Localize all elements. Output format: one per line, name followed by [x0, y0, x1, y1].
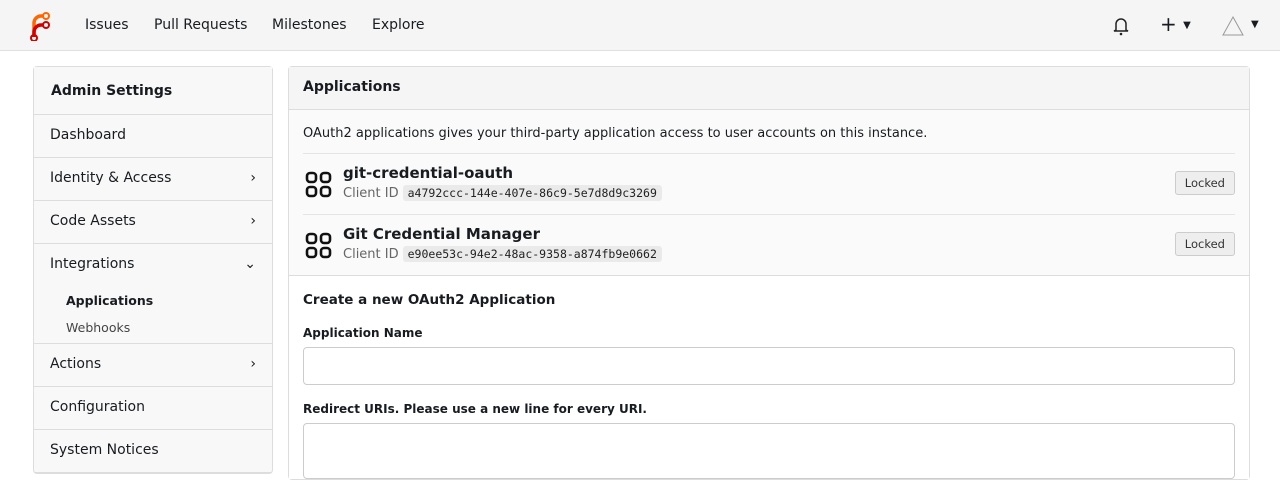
- page-title: Applications: [289, 67, 1249, 110]
- chevron-right-icon: ›: [250, 170, 256, 186]
- nav-pull-requests[interactable]: Pull Requests: [154, 17, 247, 33]
- locked-badge: Locked: [1174, 232, 1235, 256]
- apps-icon: [305, 171, 332, 198]
- description: OAuth2 applications gives your third-par…: [303, 126, 928, 141]
- form-title: Create a new OAuth2 Application: [303, 292, 556, 308]
- app-name: git-credential-oauth: [343, 164, 514, 182]
- sidebar-item-label: Integrations: [50, 256, 135, 272]
- nav-explore[interactable]: Explore: [372, 17, 425, 33]
- sidebar-item-dashboard[interactable]: Dashboard: [34, 115, 272, 158]
- bell-icon[interactable]: [1112, 16, 1130, 36]
- top-navbar: Issues Pull Requests Milestones Explore …: [0, 0, 1280, 51]
- app-name: Git Credential Manager: [343, 225, 540, 243]
- chevron-down-icon[interactable]: ▼: [1251, 19, 1259, 30]
- sidebar-item-system-notices[interactable]: System Notices: [34, 430, 272, 473]
- nav-issues[interactable]: Issues: [85, 17, 129, 33]
- sidebar-item-label: Actions: [50, 356, 102, 372]
- create-app-form: Create a new OAuth2 Application Applicat…: [289, 275, 1249, 479]
- sidebar-item-integrations[interactable]: Integrations ⌄: [34, 244, 272, 287]
- user-avatar[interactable]: [1221, 15, 1245, 37]
- create-plus-icon[interactable]: + ▼: [1160, 12, 1191, 36]
- chevron-right-icon: ›: [250, 356, 256, 372]
- client-id-value: a4792ccc-144e-407e-86c9-5e7d8d9c3269: [402, 185, 662, 201]
- sidebar-item-label: System Notices: [50, 442, 159, 458]
- locked-badge: Locked: [1174, 171, 1235, 195]
- sidebar-subitem-webhooks[interactable]: Webhooks: [34, 314, 272, 344]
- nav-milestones[interactable]: Milestones: [272, 17, 347, 33]
- app-name-label: Application Name: [303, 326, 423, 340]
- admin-sidebar: Admin Settings Dashboard Identity & Acce…: [33, 66, 273, 474]
- sidebar-item-identity-access[interactable]: Identity & Access ›: [34, 158, 272, 201]
- sidebar-item-label: Code Assets: [50, 213, 136, 229]
- chevron-down-icon: ⌄: [244, 256, 256, 272]
- list-item: Git Credential Manager Client ID e90ee53c…: [303, 214, 1235, 275]
- apps-icon: [305, 232, 332, 259]
- app-name-input[interactable]: [303, 347, 1235, 385]
- sidebar-item-label: Identity & Access: [50, 170, 172, 186]
- list-item: git-credential-oauth Client ID a4792ccc-1…: [303, 153, 1235, 214]
- sidebar-title: Admin Settings: [34, 67, 272, 115]
- chevron-right-icon: ›: [250, 213, 256, 229]
- client-id: Client ID a4792ccc-144e-407e-86c9-5e7d8d9…: [343, 185, 662, 201]
- sidebar-item-code-assets[interactable]: Code Assets ›: [34, 201, 272, 244]
- redirect-uris-label: Redirect URIs. Please use a new line for…: [303, 402, 647, 416]
- client-id-value: e90ee53c-94e2-48ac-9358-a874fb9e0662: [402, 246, 662, 262]
- forgejo-logo[interactable]: [26, 11, 52, 41]
- client-id-label: Client ID: [343, 186, 399, 201]
- client-id-label: Client ID: [343, 247, 399, 262]
- redirect-uris-textarea[interactable]: [303, 423, 1235, 479]
- sidebar-item-actions[interactable]: Actions ›: [34, 344, 272, 387]
- sidebar-item-configuration[interactable]: Configuration: [34, 387, 272, 430]
- sidebar-item-label: Dashboard: [50, 127, 126, 143]
- sidebar-subitem-applications[interactable]: Applications: [34, 287, 272, 314]
- applications-panel: Applications OAuth2 applications gives y…: [288, 66, 1250, 480]
- client-id: Client ID e90ee53c-94e2-48ac-9358-a874fb9…: [343, 246, 662, 262]
- sidebar-item-label: Configuration: [50, 399, 145, 415]
